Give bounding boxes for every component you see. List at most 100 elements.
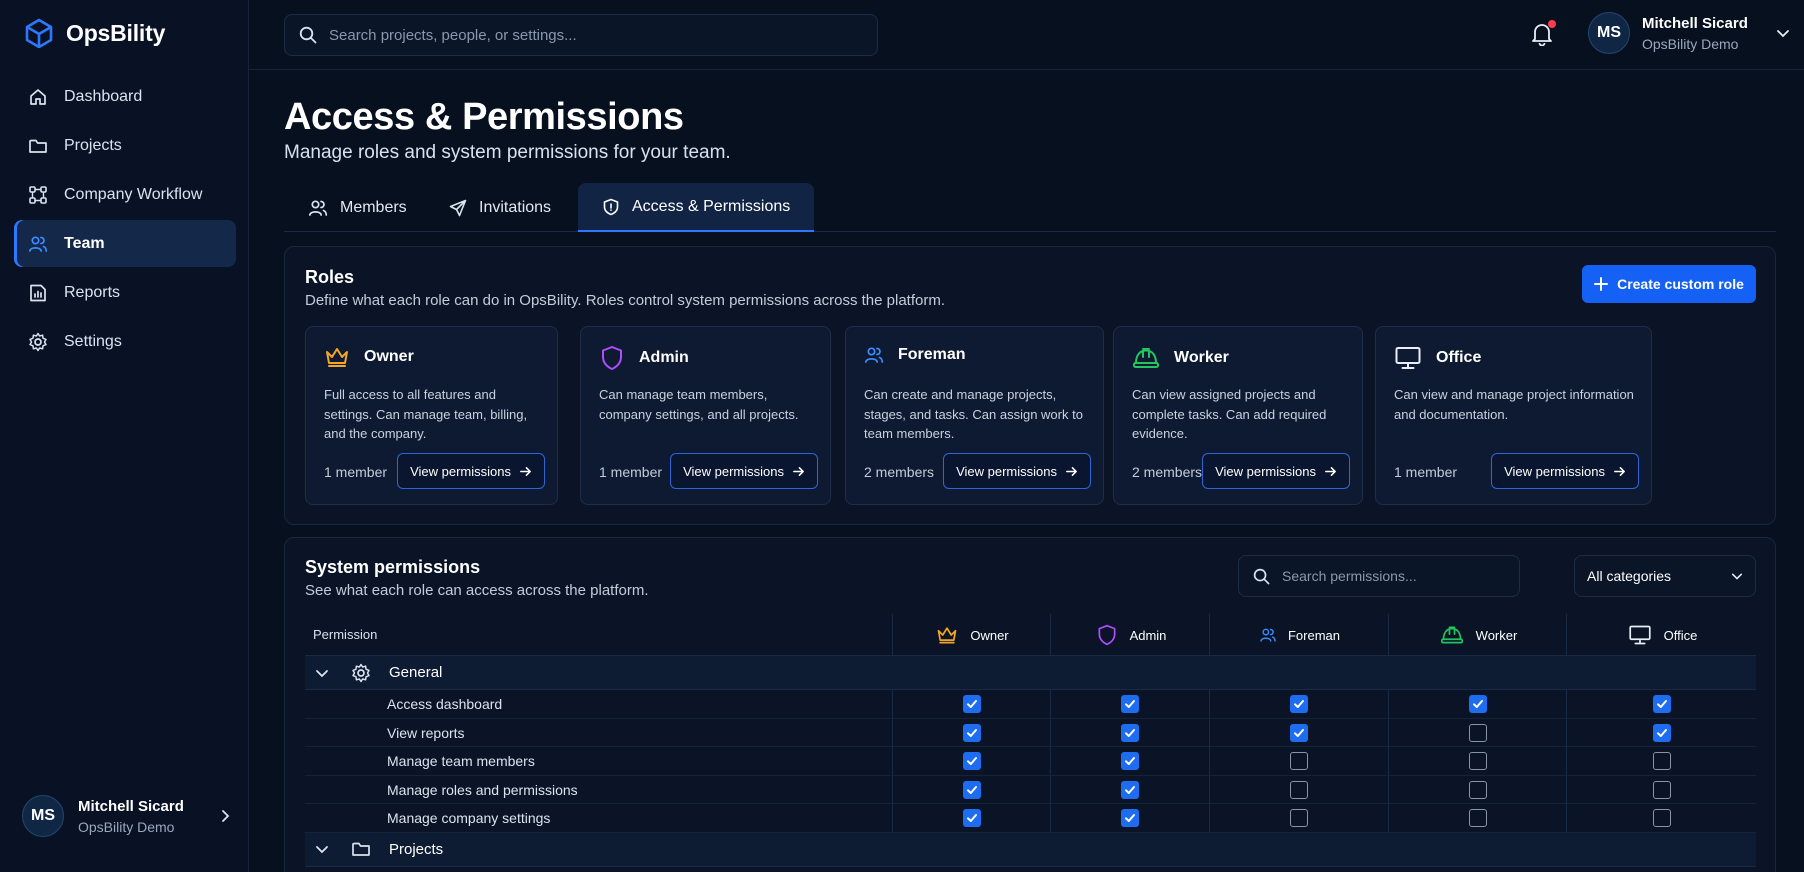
permission-checkbox-worker[interactable] — [1468, 695, 1487, 713]
permission-checkbox-admin[interactable] — [1121, 780, 1139, 799]
role-header: Worker — [1132, 345, 1229, 371]
role-description: Can view assigned projects and complete … — [1132, 387, 1327, 441]
chevron-right-icon — [218, 809, 232, 823]
permission-cell — [892, 775, 1050, 804]
permission-cell — [1209, 718, 1388, 747]
role-header: Owner — [324, 345, 414, 369]
permission-checkbox-worker[interactable] — [1468, 780, 1487, 799]
role-member-count: 1 member — [1394, 464, 1458, 480]
role-name: Admin — [639, 349, 689, 366]
crown-icon — [324, 345, 350, 369]
permission-checkbox-foreman[interactable] — [1290, 695, 1308, 713]
page-subtitle: Manage roles and system permissions for … — [284, 142, 731, 163]
brand-name: OpsBility — [66, 19, 166, 46]
table-row: Manage roles and permissions — [305, 775, 1756, 804]
permission-search-input[interactable] — [1282, 556, 1519, 596]
topbar: MS Mitchell Sicard OpsBility Demo — [249, 0, 1804, 70]
permission-checkbox-office[interactable] — [1652, 780, 1671, 799]
user-menu[interactable]: MS Mitchell Sicard OpsBility Demo — [1588, 12, 1790, 54]
global-search[interactable] — [284, 14, 878, 56]
permission-cell — [1566, 690, 1756, 718]
permission-group-general[interactable]: General — [305, 656, 1756, 690]
shield-icon — [602, 198, 620, 216]
sidebar-user-menu[interactable]: MS Mitchell Sicard OpsBility Demo — [22, 793, 232, 839]
permission-checkbox-admin[interactable] — [1121, 723, 1139, 742]
permission-group-projects[interactable]: Projects — [305, 832, 1756, 867]
permission-checkbox-office[interactable] — [1652, 809, 1671, 827]
permission-checkbox-foreman[interactable] — [1290, 723, 1308, 742]
permission-checkbox-owner[interactable] — [962, 752, 981, 770]
permission-cell — [1050, 690, 1209, 718]
users-icon — [1259, 627, 1276, 644]
sidebar-item-dashboard[interactable]: Dashboard — [14, 73, 236, 120]
permission-group-label: General — [389, 664, 443, 681]
permission-search[interactable] — [1238, 555, 1520, 597]
search-input[interactable] — [329, 15, 877, 55]
permission-label: Manage roles and permissions — [387, 781, 578, 798]
tab-members[interactable]: Members — [308, 183, 407, 232]
sidebar-item-projects[interactable]: Projects — [14, 122, 236, 169]
permission-checkbox-owner[interactable] — [962, 780, 981, 799]
permission-checkbox-owner[interactable] — [962, 695, 981, 713]
workflow-icon — [28, 185, 48, 205]
view-permissions-label: View permissions — [683, 463, 784, 479]
chevron-down-icon — [1776, 26, 1790, 40]
role-card-admin: Admin Can manage team members, company s… — [580, 326, 831, 505]
permission-cell — [1209, 690, 1388, 718]
role-name: Worker — [1174, 349, 1229, 366]
arrow-right-icon — [519, 465, 532, 478]
column-header-label: Worker — [1475, 627, 1518, 643]
view-permissions-button[interactable]: View permissions — [397, 453, 545, 489]
permission-checkbox-worker[interactable] — [1468, 752, 1487, 770]
sidebar-item-company-workflow[interactable]: Company Workflow — [14, 171, 236, 218]
permission-checkbox-foreman[interactable] — [1290, 752, 1308, 770]
tab-label: Access & Permissions — [632, 197, 791, 215]
role-header: Admin — [599, 345, 689, 371]
sidebar-item-reports[interactable]: Reports — [14, 269, 236, 316]
crown-icon — [936, 625, 958, 645]
permission-cell — [1050, 775, 1209, 804]
view-permissions-button[interactable]: View permissions — [670, 453, 818, 489]
tab-invitations[interactable]: Invitations — [449, 183, 551, 232]
permission-checkbox-foreman[interactable] — [1290, 809, 1308, 827]
permission-checkbox-admin[interactable] — [1121, 752, 1139, 770]
permission-checkbox-office[interactable] — [1652, 752, 1671, 770]
column-header-label: Admin — [1129, 627, 1167, 643]
home-icon — [28, 87, 48, 107]
folder-icon — [351, 839, 371, 859]
role-card-office: Office Can view and manage project infor… — [1375, 326, 1652, 505]
role-member-count: 1 member — [599, 464, 663, 480]
role-description: Can create and manage projects, stages, … — [864, 387, 1083, 441]
permission-checkbox-worker[interactable] — [1468, 723, 1487, 742]
permission-checkbox-owner[interactable] — [962, 809, 981, 827]
permission-checkbox-foreman[interactable] — [1290, 780, 1308, 799]
permission-checkbox-office[interactable] — [1652, 723, 1671, 742]
roles-panel: Roles Define what each role can do in Op… — [284, 246, 1776, 525]
permission-checkbox-owner[interactable] — [962, 723, 981, 742]
permission-checkbox-office[interactable] — [1652, 695, 1671, 713]
create-custom-role-button[interactable]: Create custom role — [1582, 265, 1756, 303]
permission-cell — [1388, 775, 1566, 804]
monitor-icon — [1628, 624, 1652, 646]
role-card-foreman: Foreman Can create and manage projects, … — [845, 326, 1104, 505]
permission-checkbox-admin[interactable] — [1121, 809, 1139, 827]
role-header: Foreman — [864, 345, 966, 365]
avatar: MS — [22, 795, 64, 837]
permission-cell — [1566, 804, 1756, 832]
users-icon — [864, 345, 884, 365]
brand[interactable]: OpsBility — [24, 18, 165, 48]
permission-checkbox-admin[interactable] — [1121, 695, 1139, 713]
view-permissions-button[interactable]: View permissions — [1491, 453, 1639, 489]
sidebar-item-team[interactable]: Team — [14, 220, 236, 267]
role-description: Full access to all features and settings… — [324, 387, 528, 441]
view-permissions-button[interactable]: View permissions — [1202, 453, 1350, 489]
sidebar-item-settings[interactable]: Settings — [14, 318, 236, 365]
create-custom-role-label: Create custom role — [1617, 276, 1744, 292]
category-select[interactable]: All categories — [1574, 555, 1756, 597]
permission-checkbox-worker[interactable] — [1468, 809, 1487, 827]
user-name: Mitchell Sicard — [1642, 14, 1748, 32]
chevron-down-icon — [315, 666, 329, 680]
tab-label: Invitations — [479, 198, 552, 216]
tab-access-permissions[interactable]: Access & Permissions — [578, 183, 815, 232]
view-permissions-button[interactable]: View permissions — [943, 453, 1091, 489]
